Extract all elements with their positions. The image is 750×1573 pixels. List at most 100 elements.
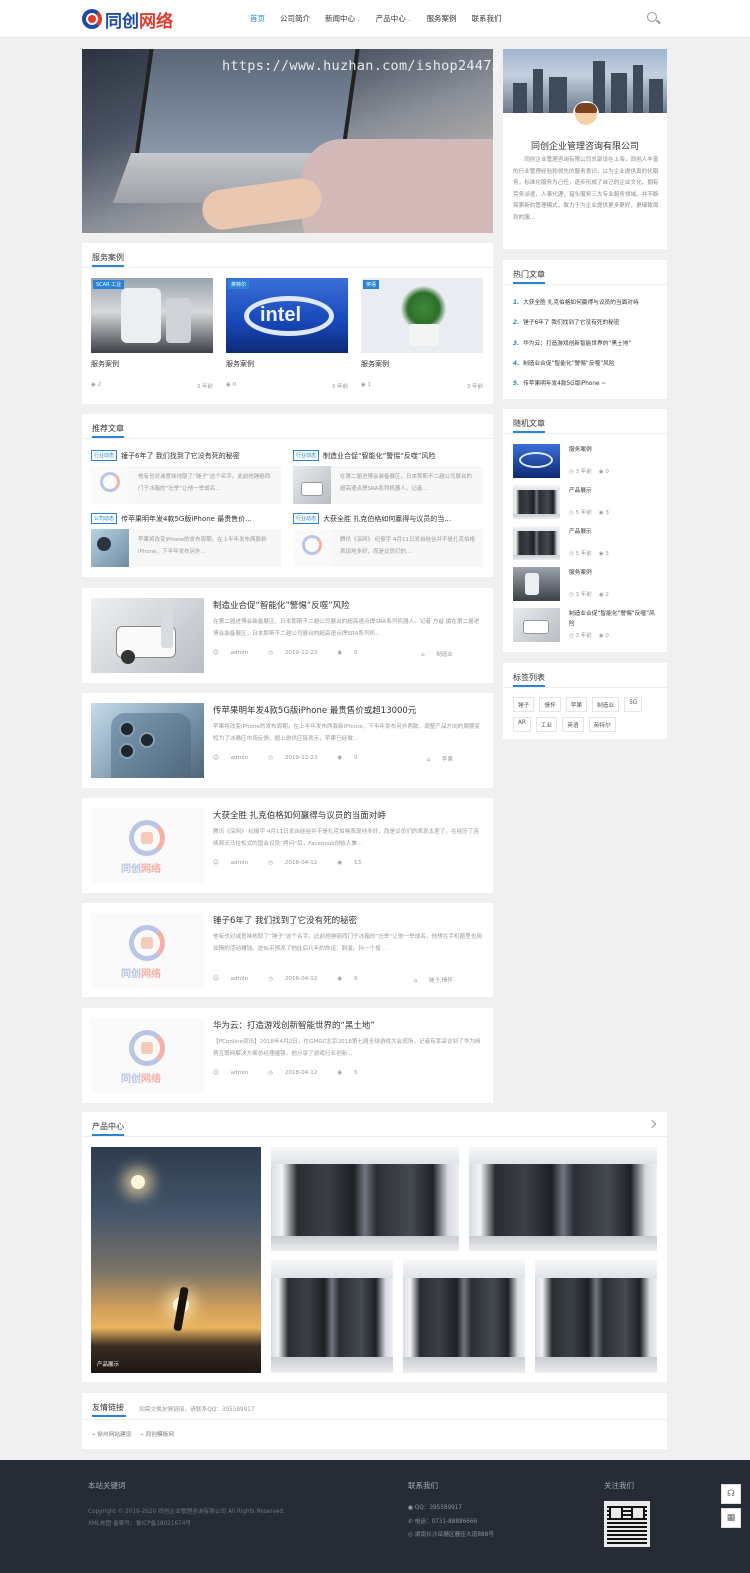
factory-thumbnail <box>293 466 331 504</box>
random-article[interactable]: 服务案例 ◷ 3 年前 ◉ 0 <box>513 444 659 478</box>
recommend-title[interactable]: 锤子6年了 我们找到了它没有死的秘密 <box>121 451 240 461</box>
hot-article-link[interactable]: 4. 制造业合促“智能化”警惕“反噬”风险 <box>513 358 659 367</box>
friend-link[interactable]: ⌁ 同创模板网 <box>140 1429 174 1438</box>
random-article[interactable]: 产品展示 ◷ 5 年前 ◉ 3 <box>513 526 659 560</box>
nav-about[interactable]: 公司简介 <box>280 13 310 24</box>
site-logo[interactable]: 同创网络 <box>82 8 173 32</box>
building <box>611 73 627 113</box>
friend-link[interactable]: ⌁ 徐州网站建设 <box>92 1429 131 1438</box>
random-article-title[interactable]: 制造业合促“智能化”警惕“反噬”风险 <box>569 609 659 629</box>
hot-article-link[interactable]: 2. 锤子6年了 我们找到了它没有死的秘密 <box>513 317 659 326</box>
random-article-meta: ◷ 5 年前 ◉ 3 <box>569 510 609 516</box>
tag-link[interactable]: 工业 <box>535 717 558 732</box>
nav-news[interactable]: 新闻中心 ⌄ <box>325 13 361 24</box>
random-article[interactable]: 制造业合促“智能化”警惕“反噬”风险 ◷ 3 年前 ◉ 0 <box>513 608 659 642</box>
tag-link[interactable]: AR <box>513 717 531 732</box>
recommend-item[interactable]: 行业动态 大获全胜 扎克伯格如何赢得与议员的当... 腾讯《深网》 纪振宇 4月1… <box>293 513 483 567</box>
article-tag[interactable]: ⌂ 制造业 <box>421 650 463 658</box>
article-title[interactable]: 制造业合促“智能化”警惕“反噬”风险 <box>213 599 350 611</box>
article-tag[interactable]: ⌂ 锤子,情怀 <box>414 976 464 984</box>
product-card[interactable]: 产品展示 <box>535 1260 657 1373</box>
tag-link[interactable]: 制造业 <box>592 697 620 712</box>
case-name[interactable]: 服务案例 <box>361 359 483 369</box>
product-card[interactable]: 产品展示 <box>271 1260 393 1373</box>
hot-article-link[interactable]: 3. 华为云：打造游戏创新智能世界的“黑土地” <box>513 338 659 347</box>
qr-code <box>604 1501 650 1547</box>
footer-icp[interactable]: XML地图 备案号：鲁ICP备18021674号 <box>88 1518 191 1527</box>
logo-icon <box>302 535 322 555</box>
chevron-right-icon[interactable] <box>647 1119 657 1129</box>
search-icon[interactable] <box>647 12 657 22</box>
tag-link[interactable]: 苹果 <box>565 697 588 712</box>
footer-phone: ✆ 电话：0731-88886666 <box>408 1519 478 1525</box>
tag-link[interactable]: 锤子 <box>513 697 535 712</box>
company-name: 同创企业管理咨询有限公司 <box>530 142 639 152</box>
case-card[interactable]: 英语 服务案例 ◉ 13 年前 <box>361 278 483 390</box>
nav-products[interactable]: 产品中心 ⌄ <box>376 13 412 24</box>
hot-article-link[interactable]: 1. 大获全胜 扎克伯格如何赢得与议员的当面对峙 <box>513 297 659 306</box>
product-card[interactable]: 产品展示 <box>469 1147 657 1251</box>
user-icon: ☺ <box>213 860 221 866</box>
case-card[interactable]: SCAR 工业 服务案例 ◉ 23 年前 <box>91 278 213 390</box>
camera-lens <box>119 721 135 737</box>
random-article-title[interactable]: 产品展示 <box>569 527 659 537</box>
user-icon: ☺ <box>213 1070 221 1076</box>
hot-article-link[interactable]: 5. 传苹果明年发4款5G版iPhone ~ <box>513 378 659 387</box>
random-article-title[interactable]: 服务案例 <box>569 568 659 578</box>
camera-lens <box>119 743 135 759</box>
product-label: 产品展示 <box>475 1240 498 1246</box>
recommend-item[interactable]: 行业动态 制造业合促“智能化”警惕“反噬”风险 在第二届进博会装备展区，日本那斯不… <box>293 450 483 504</box>
random-article-title[interactable]: 产品展示 <box>569 486 659 496</box>
nav-home[interactable]: 首页 <box>250 13 265 24</box>
case-tag: SCAR 工业 <box>93 280 125 289</box>
hero-banner[interactable] <box>82 49 493 233</box>
eye-icon: ◉ <box>337 860 345 866</box>
case-card[interactable]: intel 英特尔 服务案例 ◉ 03 年前 <box>226 278 348 390</box>
article-card[interactable]: 制造业合促“智能化”警惕“反噬”风险 在第二届进博会装备展区，日本那斯不二越公司… <box>82 588 493 683</box>
nav-cases[interactable]: 服务案例 <box>427 13 457 24</box>
article-title[interactable]: 锤子6年了 我们找到了它没有死的秘密 <box>213 914 357 926</box>
article-card[interactable]: 同创网络 锤子6年了 我们找到了它没有死的秘密 他有也对诚意味地取了“锤子”这个… <box>82 903 493 997</box>
site-header: 同创网络 首页 公司简介 新闻中心 ⌄ 产品中心 ⌄ 服务案例 联系我们 <box>0 0 750 38</box>
article-card[interactable]: 同创网络 华为云：打造游戏创新智能世界的“黑土地” 【PConline资讯】20… <box>82 1008 493 1103</box>
case-name[interactable]: 服务案例 <box>226 359 348 369</box>
random-article-title[interactable]: 服务案例 <box>569 445 659 455</box>
product-card[interactable]: 产品展示 <box>271 1147 459 1251</box>
random-article-meta: ◷ 3 年前 ◉ 2 <box>569 592 609 598</box>
friend-links: 友情链接 如需交换友情链接，请联系QQ：395589917 ⌁ 徐州网站建设 ⌁… <box>82 1393 667 1449</box>
random-article[interactable]: 产品展示 ◷ 5 年前 ◉ 3 <box>513 485 659 519</box>
divider <box>503 433 667 434</box>
headset-icon: ☊ <box>727 1489 735 1499</box>
building <box>533 69 543 113</box>
product-card[interactable]: 产品展示 <box>91 1147 261 1373</box>
recommend-title[interactable]: 大获全胜 扎克伯格如何赢得与议员的当... <box>323 514 451 524</box>
category-badge: 公司动态 <box>91 513 118 524</box>
recommend-title[interactable]: 传苹果明年发4款5G版iPhone 最贵售价... <box>121 514 252 524</box>
recommend-item[interactable]: 行业动态 锤子6年了 我们找到了它没有死的秘密 他有也对诚意味地取了“锤子”这个名… <box>91 450 281 504</box>
article-title[interactable]: 大获全胜 扎克伯格如何赢得与议员的当面对峙 <box>213 809 386 821</box>
back-to-top-button[interactable]: ☊ <box>721 1484 741 1504</box>
tag-link[interactable]: 英语 <box>562 717 584 732</box>
product-label: 产品展示 <box>541 1362 564 1368</box>
section-title: 服务案例 <box>92 253 124 267</box>
product-card[interactable]: 产品展示 <box>403 1260 525 1373</box>
nav-contact[interactable]: 联系我们 <box>472 13 502 24</box>
article-title[interactable]: 传苹果明年发4款5G版iPhone 最贵售价或超13000元 <box>213 704 416 716</box>
case-name[interactable]: 服务案例 <box>91 359 213 369</box>
random-article[interactable]: 服务案例 ◷ 3 年前 ◉ 2 <box>513 567 659 601</box>
article-card[interactable]: 同创网络 大获全胜 扎克伯格如何赢得与议员的当面对峙 腾讯《深网》 纪振宇 4月… <box>82 798 493 893</box>
eye-icon: ◉ <box>337 1070 345 1076</box>
case-tag: 英语 <box>363 280 380 289</box>
building <box>633 65 643 113</box>
tag-link[interactable]: 5G <box>624 697 643 712</box>
qr-float-button[interactable]: ▦ <box>721 1508 741 1528</box>
article-summary: 苹果将改变iPhone的发布周期。在上半年发布两款新iPhone，下半年发布另外… <box>213 724 481 742</box>
tag-link[interactable]: 英特尔 <box>588 717 616 732</box>
company-card: 同创企业管理咨询有限公司 同创企业管理咨询有限公司总部设在上海，同创人丰富的行业… <box>503 49 667 249</box>
article-tag[interactable]: ⌂ 苹果 <box>426 755 463 763</box>
article-card[interactable]: 传苹果明年发4款5G版iPhone 最贵售价或超13000元 苹果将改变iPho… <box>82 693 493 788</box>
tag-link[interactable]: 情怀 <box>539 697 561 712</box>
recommend-item[interactable]: 公司动态 传苹果明年发4款5G版iPhone 最贵售价... 苹果将改变iPhon… <box>91 513 281 567</box>
article-title[interactable]: 华为云：打造游戏创新智能世界的“黑土地” <box>213 1019 375 1031</box>
recommend-title[interactable]: 制造业合促“智能化”警惕“反噬”风险 <box>323 451 436 461</box>
